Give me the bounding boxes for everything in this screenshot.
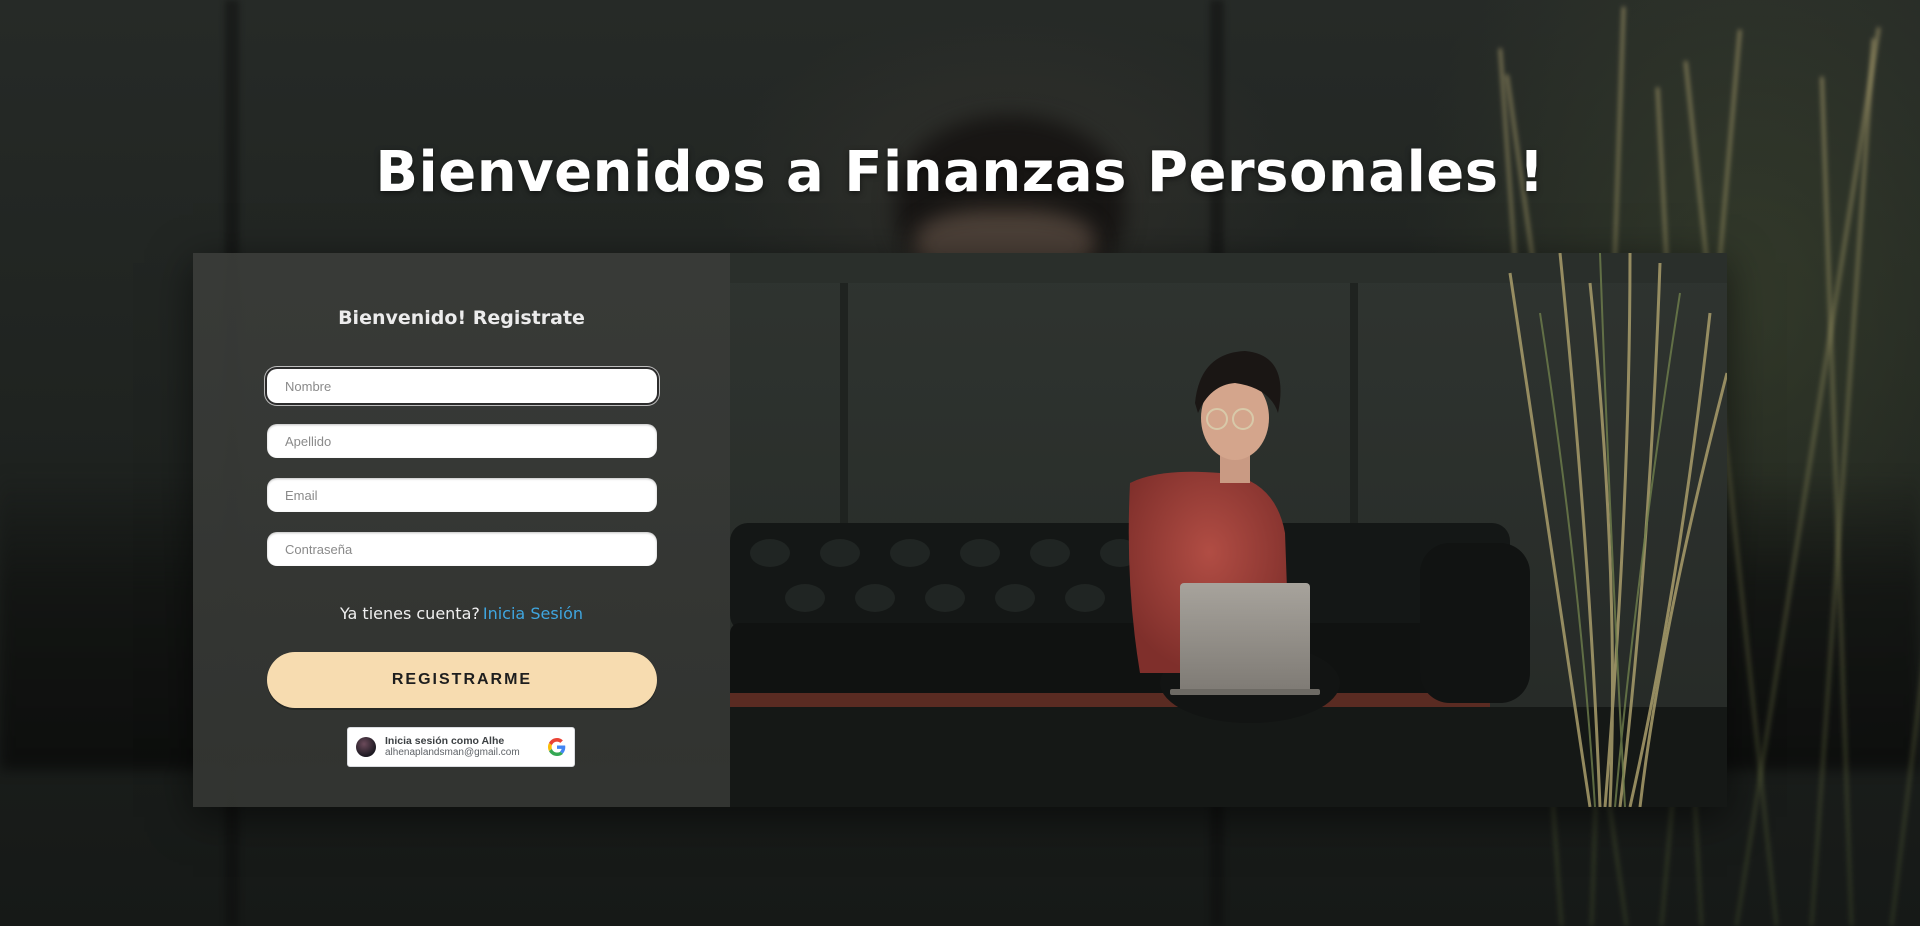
email-input[interactable] (267, 478, 657, 512)
hero-photo (730, 253, 1727, 807)
account-prompt-row: Ya tienes cuenta? Inicia Sesión (193, 604, 730, 623)
last-name-input[interactable] (267, 424, 657, 458)
login-link[interactable]: Inicia Sesión (483, 604, 583, 623)
signup-form: Bienvenido! Registrate Ya tienes cuenta?… (193, 253, 730, 807)
google-account-email: alhenaplandsman@gmail.com (385, 747, 520, 758)
first-name-input[interactable] (267, 369, 657, 403)
user-avatar (356, 737, 376, 757)
password-input[interactable] (267, 532, 657, 566)
account-prompt-text: Ya tienes cuenta? (339, 604, 480, 623)
google-signin-button[interactable]: Inicia sesión como Alhe alhenaplandsman@… (347, 727, 575, 767)
google-account-info: Inicia sesión como Alhe alhenaplandsman@… (385, 735, 548, 759)
google-icon (548, 738, 566, 756)
form-heading: Bienvenido! Registrate (338, 307, 585, 329)
page-title: Bienvenidos a Finanzas Personales ! (375, 140, 1545, 205)
signup-card: Bienvenido! Registrate Ya tienes cuenta?… (193, 253, 1727, 807)
page-background: Bienvenidos a Finanzas Personales ! Bien… (0, 0, 1920, 926)
google-account-label: Inicia sesión como Alhe (385, 735, 505, 747)
woman-with-laptop-photo (730, 253, 1727, 807)
register-button[interactable]: REGISTRARME (267, 652, 657, 708)
